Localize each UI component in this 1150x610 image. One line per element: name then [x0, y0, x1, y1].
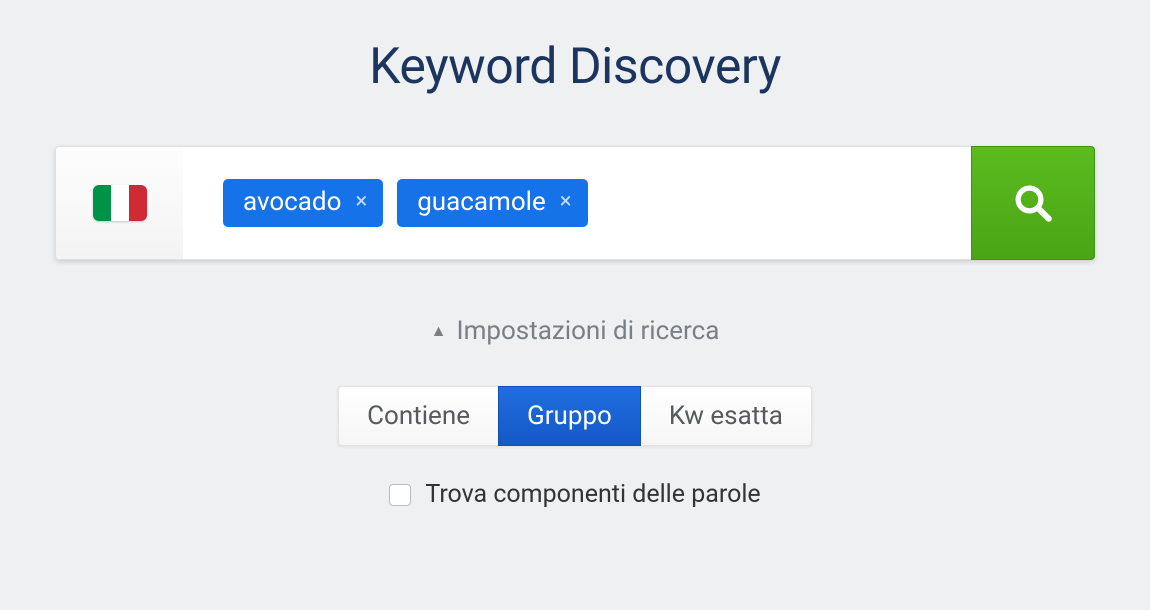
- search-settings-toggle[interactable]: ▲ Impostazioni di ricerca: [431, 316, 720, 346]
- segment-kw-esatta[interactable]: Kw esatta: [640, 386, 812, 446]
- flag-it-icon: [93, 185, 147, 221]
- word-components-label: Trova componenti delle parole: [425, 480, 760, 509]
- segment-gruppo[interactable]: Gruppo: [498, 386, 641, 446]
- keyword-chip[interactable]: guacamole ×: [397, 179, 587, 227]
- search-row: avocado × guacamole ×: [55, 146, 1095, 260]
- chip-remove-icon[interactable]: ×: [560, 191, 572, 213]
- segment-contiene[interactable]: Contiene: [338, 386, 499, 446]
- chip-remove-icon[interactable]: ×: [355, 191, 367, 213]
- chip-label: guacamole: [417, 189, 546, 215]
- keyword-chip[interactable]: avocado ×: [223, 179, 383, 227]
- page-title: Keyword Discovery: [0, 38, 1150, 96]
- keyword-input[interactable]: avocado × guacamole ×: [183, 146, 971, 260]
- settings-toggle-label: Impostazioni di ricerca: [457, 316, 720, 346]
- chip-label: avocado: [243, 189, 341, 215]
- caret-up-icon: ▲: [431, 323, 447, 339]
- word-components-checkbox[interactable]: [389, 484, 411, 506]
- search-icon: [1012, 182, 1054, 224]
- language-flag-button[interactable]: [55, 146, 183, 260]
- search-button[interactable]: [971, 146, 1095, 260]
- page: Keyword Discovery avocado × guacamole ×: [0, 0, 1150, 510]
- word-components-checkbox-row: Trova componenti delle parole: [389, 480, 760, 509]
- match-mode-segmented: Contiene Gruppo Kw esatta: [338, 386, 812, 446]
